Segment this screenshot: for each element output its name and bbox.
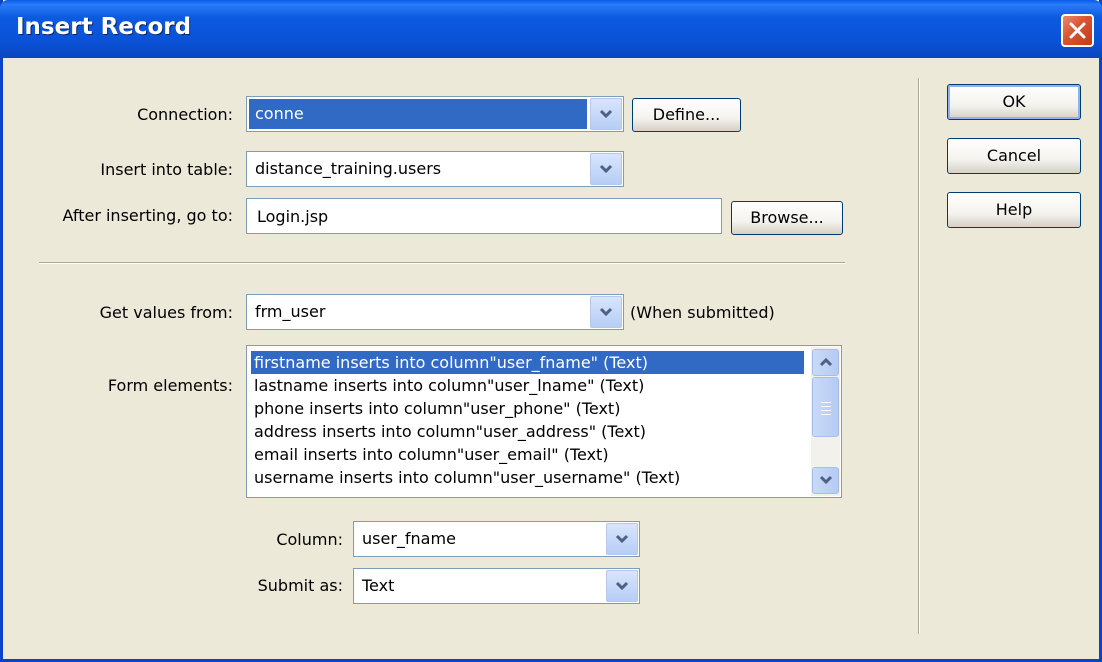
get-values-value: frm_user [255, 302, 326, 321]
after-insert-input[interactable]: Login.jsp [246, 198, 722, 234]
help-button[interactable]: Help [947, 192, 1081, 228]
scroll-up-button[interactable] [812, 349, 839, 376]
chevron-down-icon[interactable] [590, 98, 622, 130]
after-insert-label: After inserting, go to: [62, 206, 233, 225]
form-elements-label: Form elements: [107, 376, 233, 395]
submit-as-label: Submit as: [257, 576, 343, 595]
ok-button[interactable]: OK [947, 84, 1081, 120]
close-icon [1069, 22, 1086, 39]
insert-table-value: distance_training.users [255, 159, 442, 178]
chevron-down-icon[interactable] [590, 296, 622, 328]
list-item[interactable]: phone inserts into column"user_phone" (T… [251, 397, 620, 420]
submit-as-value: Text [362, 576, 395, 595]
connection-label: Connection: [137, 105, 233, 124]
list-item[interactable]: email inserts into column"user_email" (T… [251, 443, 609, 466]
get-values-select[interactable]: frm_user [246, 294, 624, 330]
chevron-down-icon[interactable] [606, 570, 638, 602]
insert-table-select[interactable]: distance_training.users [246, 151, 624, 187]
list-item[interactable]: firstname inserts into column"user_fname… [251, 351, 804, 374]
list-item[interactable]: username inserts into column"user_userna… [251, 466, 680, 489]
vertical-divider [918, 78, 920, 634]
after-insert-value: Login.jsp [257, 207, 329, 226]
horizontal-divider [39, 262, 845, 264]
connection-value: conne [255, 104, 304, 123]
chevron-up-icon [819, 357, 833, 367]
submit-as-select[interactable]: Text [353, 568, 640, 604]
column-value: user_fname [362, 529, 456, 548]
close-button[interactable] [1061, 14, 1094, 47]
chevron-down-icon[interactable] [606, 523, 638, 555]
scroll-down-button[interactable] [812, 467, 839, 494]
insert-record-dialog: Insert Record Connection: conne Define..… [0, 0, 1102, 662]
chevron-down-icon [819, 475, 833, 485]
define-button[interactable]: Define... [632, 98, 741, 132]
when-submitted-note: (When submitted) [630, 303, 775, 322]
column-select[interactable]: user_fname [353, 521, 640, 557]
insert-table-label: Insert into table: [100, 160, 233, 179]
get-values-label: Get values from: [99, 303, 233, 322]
window-title: Insert Record [16, 14, 192, 40]
cancel-button[interactable]: Cancel [947, 138, 1081, 174]
column-label: Column: [276, 530, 343, 549]
connection-select[interactable]: conne [246, 96, 624, 132]
list-item[interactable]: address inserts into column"user_address… [251, 420, 646, 443]
scroll-thumb[interactable] [812, 377, 839, 437]
chevron-down-icon[interactable] [590, 153, 622, 185]
list-scrollbar[interactable] [811, 347, 840, 496]
form-elements-list[interactable]: firstname inserts into column"user_fname… [246, 345, 842, 498]
list-item[interactable]: lastname inserts into column"user_lname"… [251, 374, 644, 397]
title-bar[interactable]: Insert Record [0, 0, 1102, 58]
browse-button[interactable]: Browse... [731, 201, 843, 235]
